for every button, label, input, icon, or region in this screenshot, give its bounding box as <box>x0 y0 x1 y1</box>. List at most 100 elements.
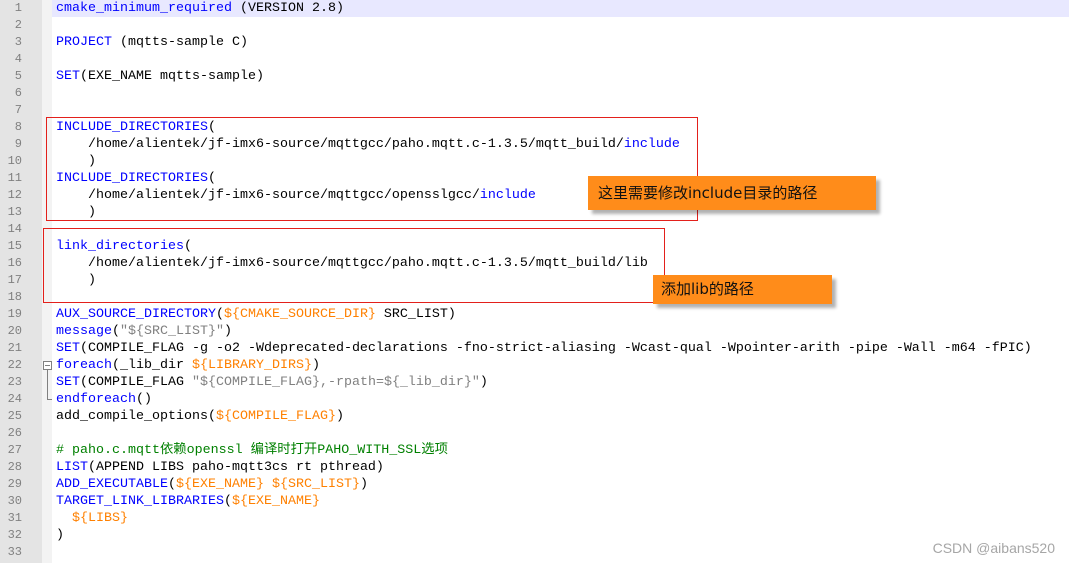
line-number[interactable]: 19 <box>0 306 42 323</box>
line-number[interactable]: 14 <box>0 221 42 238</box>
code-line[interactable]: 14 <box>0 221 1069 238</box>
line-number[interactable]: 4 <box>0 51 42 68</box>
code-line[interactable]: 11 INCLUDE_DIRECTORIES( <box>0 170 1069 187</box>
line-number[interactable]: 11 <box>0 170 42 187</box>
fold-margin <box>42 323 52 340</box>
fold-margin <box>42 68 52 85</box>
collapse-minus-icon[interactable] <box>43 361 52 370</box>
line-number[interactable]: 32 <box>0 527 42 544</box>
fold-margin <box>42 34 52 51</box>
code-line[interactable]: 27 # paho.c.mqtt依赖openssl 编译时打开PAHO_WITH_… <box>0 442 1069 459</box>
line-number[interactable]: 10 <box>0 153 42 170</box>
line-number[interactable]: 17 <box>0 272 42 289</box>
code-text: message("${SRC_LIST}") <box>52 323 1069 340</box>
code-text: PROJECT (mqtts-sample C) <box>52 34 1069 51</box>
fold-margin <box>42 17 52 34</box>
line-number[interactable]: 21 <box>0 340 42 357</box>
string-token: "${COMPILE_FLAG},-rpath=${_lib_dir}" <box>191 375 480 390</box>
line-number[interactable]: 20 <box>0 323 42 340</box>
line-number[interactable]: 2 <box>0 17 42 34</box>
line-number[interactable]: 6 <box>0 85 42 102</box>
code-line[interactable]: 26 <box>0 425 1069 442</box>
line-number[interactable]: 13 <box>0 204 42 221</box>
line-number[interactable]: 22 <box>0 357 42 374</box>
code-line[interactable]: 33 <box>0 544 1069 561</box>
line-number[interactable]: 26 <box>0 425 42 442</box>
code-line[interactable]: 12 /home/alientek/jf-imx6-source/mqttgcc… <box>0 187 1069 204</box>
text-editor[interactable]: 1 cmake_minimum_required (VERSION 2.8) 2 3 P… <box>0 0 1069 563</box>
code-line[interactable]: 5 SET(EXE_NAME mqtts-sample) <box>0 68 1069 85</box>
code-line[interactable]: 3 PROJECT (mqtts-sample C) <box>0 34 1069 51</box>
cmake-command-token: LIST <box>56 460 88 475</box>
code-text: INCLUDE_DIRECTORIES( <box>52 170 1069 187</box>
code-text: SET(EXE_NAME mqtts-sample) <box>52 68 1069 85</box>
code-line[interactable]: 28 LIST(APPEND LIBS paho-mqtt3cs rt pthre… <box>0 459 1069 476</box>
code-line[interactable]: 6 <box>0 85 1069 102</box>
code-line[interactable]: 18 <box>0 289 1069 306</box>
code-text: AUX_SOURCE_DIRECTORY(${CMAKE_SOURCE_DIR}… <box>52 306 1069 323</box>
code-line[interactable]: 15 link_directories( <box>0 238 1069 255</box>
fold-margin <box>42 102 52 119</box>
line-number[interactable]: 18 <box>0 289 42 306</box>
code-line[interactable]: 29 ADD_EXECUTABLE(${EXE_NAME} ${SRC_LIST}… <box>0 476 1069 493</box>
cmake-command-token: ADD_EXECUTABLE <box>56 477 168 492</box>
line-number[interactable]: 31 <box>0 510 42 527</box>
code-line[interactable]: 31 ${LIBS} <box>0 510 1069 527</box>
code-lines[interactable]: 1 cmake_minimum_required (VERSION 2.8) 2 3 P… <box>0 0 1069 561</box>
code-line[interactable]: 17 ) <box>0 272 1069 289</box>
plain-token: ) <box>335 409 344 424</box>
code-line[interactable]: 23 SET(COMPILE_FLAG "${COMPILE_FLAG},-rpa… <box>0 374 1069 391</box>
code-line[interactable]: 25 add_compile_options(${COMPILE_FLAG}) <box>0 408 1069 425</box>
code-text: SET(COMPILE_FLAG "${COMPILE_FLAG},-rpath… <box>52 374 1069 391</box>
line-number[interactable]: 16 <box>0 255 42 272</box>
fold-margin <box>42 408 52 425</box>
line-number[interactable]: 9 <box>0 136 42 153</box>
code-line[interactable]: 24 endforeach() <box>0 391 1069 408</box>
line-number[interactable]: 28 <box>0 459 42 476</box>
fold-margin <box>42 527 52 544</box>
code-line[interactable]: 19 AUX_SOURCE_DIRECTORY(${CMAKE_SOURCE_DI… <box>0 306 1069 323</box>
line-number[interactable]: 3 <box>0 34 42 51</box>
code-line[interactable]: 7 <box>0 102 1069 119</box>
code-line[interactable]: 9 /home/alientek/jf-imx6-source/mqttgcc/… <box>0 136 1069 153</box>
line-number[interactable]: 7 <box>0 102 42 119</box>
code-line[interactable]: 16 /home/alientek/jf-imx6-source/mqttgcc… <box>0 255 1069 272</box>
line-number[interactable]: 25 <box>0 408 42 425</box>
code-line[interactable]: 13 ) <box>0 204 1069 221</box>
code-line[interactable]: 32) <box>0 527 1069 544</box>
line-number[interactable]: 1 <box>0 0 42 17</box>
line-number[interactable]: 27 <box>0 442 42 459</box>
current-code-line[interactable]: 1 cmake_minimum_required (VERSION 2.8) <box>0 0 1069 17</box>
code-line[interactable]: 22 foreach(_lib_dir ${LIBRARY_DIRS}) <box>0 357 1069 374</box>
cmake-command-token: foreach <box>56 358 112 373</box>
code-line[interactable]: 20 message("${SRC_LIST}") <box>0 323 1069 340</box>
fold-margin <box>42 187 52 204</box>
plain-token: /home/alientek/jf-imx6-source/mqttgcc/pa… <box>56 137 624 152</box>
code-line[interactable]: 30 TARGET_LINK_LIBRARIES(${EXE_NAME} <box>0 493 1069 510</box>
code-line[interactable]: 10 ) <box>0 153 1069 170</box>
cmake-command-token: cmake_minimum_required <box>56 1 232 16</box>
code-line[interactable]: 4 <box>0 51 1069 68</box>
line-number[interactable]: 12 <box>0 187 42 204</box>
line-number[interactable]: 23 <box>0 374 42 391</box>
include-path-callout: 这里需要修改include目录的路径 <box>588 176 876 210</box>
fold-margin <box>42 493 52 510</box>
code-line[interactable]: 2 <box>0 17 1069 34</box>
code-line[interactable]: 21 SET(COMPILE_FLAG -g -o2 -Wdeprecated-d… <box>0 340 1069 357</box>
line-number[interactable]: 8 <box>0 119 42 136</box>
line-number[interactable]: 15 <box>0 238 42 255</box>
lib-path-callout: 添加lib的路径 <box>653 275 832 304</box>
line-number[interactable]: 33 <box>0 544 42 561</box>
fold-margin <box>42 340 52 357</box>
cmake-command-token: SET <box>56 69 80 84</box>
line-number[interactable]: 24 <box>0 391 42 408</box>
line-number[interactable]: 29 <box>0 476 42 493</box>
fold-margin <box>42 119 52 136</box>
fold-range-line <box>47 370 48 400</box>
code-line[interactable]: 8 INCLUDE_DIRECTORIES( <box>0 119 1069 136</box>
line-number[interactable]: 5 <box>0 68 42 85</box>
code-text: endforeach() <box>52 391 1069 408</box>
line-number[interactable]: 30 <box>0 493 42 510</box>
